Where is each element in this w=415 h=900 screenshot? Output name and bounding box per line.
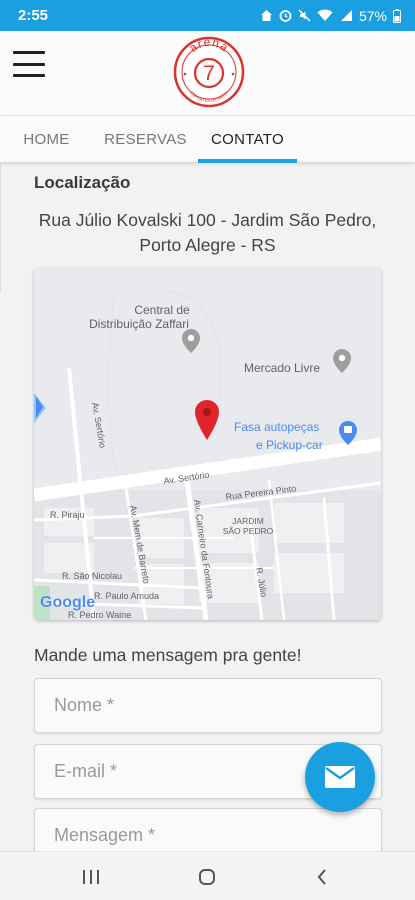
- map-label-piraju: R. Piraju: [50, 510, 85, 520]
- send-message-fab[interactable]: [305, 742, 375, 812]
- home-icon: [260, 9, 273, 22]
- location-map[interactable]: Central de Distribuição Zaffari Mercado …: [34, 268, 381, 620]
- active-tab-indicator: [198, 159, 297, 163]
- tab-home[interactable]: HOME: [0, 116, 93, 163]
- contact-form-title: Mande uma mensagem pra gente!: [34, 645, 302, 665]
- wifi-icon: [317, 9, 333, 22]
- map-label-zaffari-1: Central de: [134, 303, 190, 317]
- logo-number: 7: [203, 62, 215, 85]
- system-nav-bar: [0, 851, 415, 900]
- signal-icon: [339, 9, 353, 22]
- envelope-icon: [325, 766, 355, 788]
- map-label-amuda: R. Paulo Amuda: [94, 591, 159, 601]
- mute-icon: [298, 9, 311, 22]
- map-label-fasa-1: Fasa autopeças: [234, 420, 319, 434]
- back-chevron-icon[interactable]: [307, 864, 337, 890]
- battery-icon: [393, 8, 401, 23]
- tab-contato[interactable]: CONTATO: [198, 116, 297, 163]
- app-header: arena 7 ESPORTES DE AREIA: [0, 31, 415, 115]
- home-circle-icon[interactable]: [192, 864, 222, 890]
- location-title: Localização: [34, 173, 131, 192]
- arena7-logo: arena 7 ESPORTES DE AREIA: [173, 36, 245, 108]
- divider: [0, 163, 1, 293]
- map-label-nicolau: R. São Nicolau: [62, 571, 122, 581]
- map-label-mercado: Mercado Livre: [244, 361, 320, 375]
- alarm-icon: [279, 9, 292, 22]
- google-logo: Google: [40, 594, 95, 611]
- name-input[interactable]: Nome *: [34, 678, 382, 733]
- status-time: 2:55: [18, 7, 49, 24]
- map-label-zaffari-2: Distribuição Zaffari: [89, 317, 189, 331]
- map-label-pedro: R. Pedro Waine: [68, 610, 131, 620]
- map-label-fasa-2: e Pickup-car: [256, 438, 323, 452]
- map-label-district-2: SÃO PEDRO: [223, 526, 274, 536]
- status-bar: 2:55 57%: [0, 0, 415, 31]
- tab-reservas[interactable]: RESERVAS: [93, 116, 198, 163]
- status-icons: 57%: [260, 8, 401, 24]
- hamburger-menu-icon[interactable]: [13, 51, 45, 77]
- address-text: Rua Júlio Kovalski 100 - Jardim São Pedr…: [38, 210, 377, 255]
- tab-bar: HOME RESERVAS CONTATO: [0, 115, 415, 163]
- battery-percent: 57%: [358, 7, 387, 24]
- recents-icon[interactable]: [76, 864, 106, 890]
- map-label-district-1: JARDIM: [232, 516, 264, 526]
